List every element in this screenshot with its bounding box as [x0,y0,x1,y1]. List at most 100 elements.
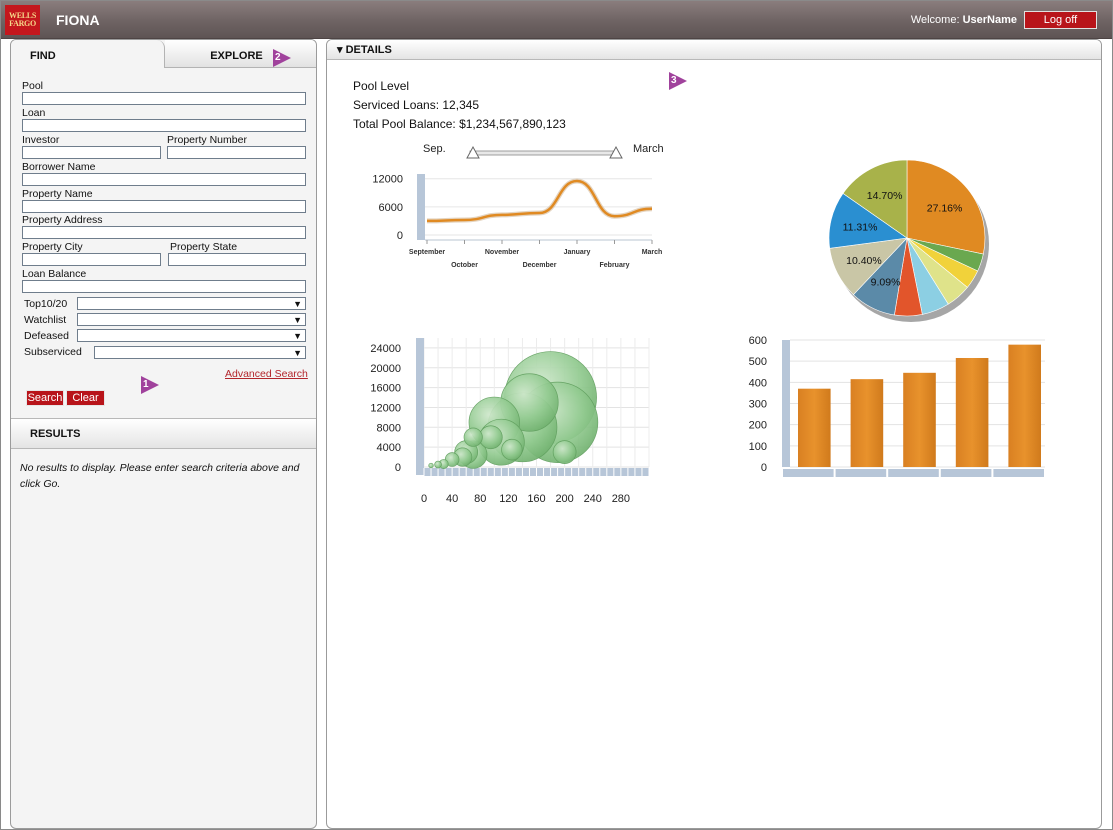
loan-input[interactable] [22,119,306,132]
clear-button[interactable]: Clear [66,390,105,406]
pie-chart: 27.16% 9.09% 10.40% 11.31% 14.70% [828,159,989,322]
loan-balance-label: Loan Balance [22,268,87,280]
y-tick-label: 20000 [370,363,401,375]
marker-3-label: 3 [671,75,677,86]
bar [903,372,936,467]
slider-end-label: March [633,143,664,155]
bubble [434,460,442,469]
y-tick-label: 0 [761,462,767,474]
bar [850,379,884,467]
investor-input[interactable] [22,146,161,159]
property-name-input[interactable] [22,200,306,213]
x-tick-label: 120 [499,493,517,505]
property-number-label: Property Number [167,134,247,146]
borrower-name-label: Borrower Name [22,161,96,173]
x-tick-label: December [523,262,557,269]
search-tabs: FIND EXPLORE 2 [11,40,316,68]
pie-slice-label: 14.70% [867,190,903,202]
property-name-label: Property Name [22,188,93,200]
slider-start-label: Sep. [423,143,446,155]
pool-label: Pool [22,80,44,92]
property-address-label: Property Address [22,214,103,226]
x-tick-label: 280 [612,493,630,505]
y-tick-label: 100 [749,441,767,453]
bubble [552,440,577,464]
tab-explore[interactable]: EXPLORE [165,40,316,68]
details-panel: ▾ DETAILS Pool Level Serviced Loans: 12,… [326,39,1102,829]
watchlist-select[interactable]: ▼ [77,313,306,326]
pool-input[interactable] [22,92,306,105]
y-axis-bar [782,340,790,467]
loan-balance-input[interactable] [22,280,306,293]
y-axis-bar [416,338,424,475]
annotation-marker-3: 3 [669,72,687,90]
loan-label: Loan [22,107,46,119]
advanced-search-link[interactable]: Advanced Search [225,368,308,380]
y-tick-label: 12000 [372,174,403,186]
username: UserName [962,14,1017,26]
top10-20-select[interactable]: ▼ [77,297,306,310]
subserviced-select[interactable]: ▼ [94,346,306,359]
property-number-input[interactable] [167,146,306,159]
chevron-down-icon: ▼ [293,315,302,325]
subserviced-label: Subserviced [24,346,82,358]
annotation-marker-1: 1 [141,376,159,394]
logoff-button[interactable]: Log off [1024,11,1097,29]
x-axis-segment [835,469,887,477]
y-tick-label: 0 [397,230,403,242]
x-tick-label: 240 [584,493,602,505]
x-tick-label: 40 [446,493,458,505]
date-range-slider[interactable]: Sep. March [423,143,664,159]
search-panel: FIND EXPLORE 2 Pool Loan Investor Proper… [10,39,317,829]
property-city-input[interactable] [22,253,161,266]
bubble [428,462,434,469]
property-address-input[interactable] [22,226,306,239]
x-tick-label: March [642,249,663,256]
x-axis-segment [783,469,834,477]
defeased-label: Defeased [24,330,69,342]
results-header[interactable]: RESULTS [11,418,316,449]
x-tick-label: November [485,249,520,256]
welcome-label: Welcome: [910,14,960,26]
property-state-input[interactable] [168,253,306,266]
y-tick-label: 400 [749,377,767,389]
slider-track[interactable] [469,150,618,156]
bubble [463,427,483,447]
y-tick-label: 24000 [370,343,401,355]
details-header[interactable]: ▾ DETAILS [327,40,1101,60]
y-tick-label: 600 [749,335,767,347]
chevron-down-icon: ▼ [293,348,302,358]
chevron-down-icon: ▼ [293,299,302,309]
y-tick-label: 200 [749,420,767,432]
y-tick-label: 12000 [370,402,401,414]
marker-2-label: 2 [275,52,281,63]
x-axis-segment [993,469,1044,477]
bar [955,357,989,467]
x-tick-label: September [409,249,445,256]
application-frame: WELLS FARGO FIONA Welcome: UserName Log … [0,0,1113,830]
defeased-select[interactable]: ▼ [77,329,306,342]
bar [798,388,831,467]
x-tick-label: October [451,262,478,269]
x-axis-segment [888,469,939,477]
tab-find[interactable]: FIND [11,40,165,68]
chevron-down-icon: ▼ [293,331,302,341]
y-axis-bar [417,174,425,240]
line-chart: 0 6000 12000 September October NovemberDecemb… [372,174,662,269]
x-tick-label: 0 [421,493,427,505]
top-bar: WELLS FARGO FIONA Welcome: UserName Log … [1,1,1112,39]
bubble-chart: 0 4000 8000 12000 16000 20000 24000 0 40 80 120 160… [370,338,650,505]
pie-slice-label: 9.09% [871,276,901,288]
search-button[interactable]: Search [26,390,64,406]
y-tick-label: 6000 [379,202,403,214]
wells-fargo-logo: WELLS FARGO [5,5,40,35]
y-tick-label: 300 [749,399,767,411]
y-tick-label: 4000 [377,442,401,454]
x-tick-label: 80 [474,493,486,505]
x-tick-label: 200 [555,493,573,505]
investor-label: Investor [22,134,60,146]
y-tick-label: 0 [395,462,401,474]
borrower-name-input[interactable] [22,173,306,186]
top10-20-label: Top10/20 [24,298,68,310]
annotation-marker-2: 2 [273,49,291,67]
